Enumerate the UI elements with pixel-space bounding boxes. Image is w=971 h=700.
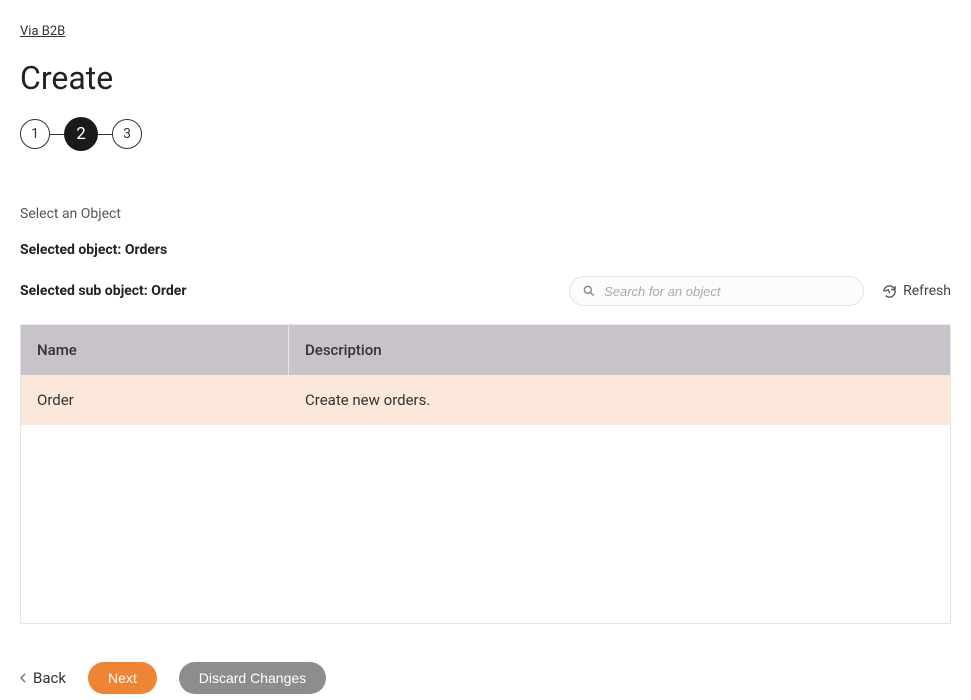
search-icon bbox=[582, 284, 596, 298]
refresh-label: Refresh bbox=[903, 283, 951, 299]
chevron-left-icon bbox=[20, 673, 27, 683]
column-header-description: Description bbox=[289, 341, 950, 359]
section-label: Select an Object bbox=[20, 206, 951, 222]
discard-button[interactable]: Discard Changes bbox=[179, 662, 326, 694]
refresh-icon bbox=[882, 284, 897, 299]
step-1[interactable]: 1 bbox=[20, 119, 50, 149]
step-connector bbox=[50, 134, 64, 135]
selected-sub-object: Selected sub object: Order bbox=[20, 283, 186, 299]
step-2[interactable]: 2 bbox=[64, 117, 98, 151]
next-button[interactable]: Next bbox=[88, 662, 157, 694]
cell-name: Order bbox=[21, 375, 289, 425]
search-box[interactable] bbox=[569, 276, 864, 306]
page-title: Create bbox=[20, 59, 951, 97]
footer-actions: Back Next Discard Changes bbox=[20, 662, 951, 694]
search-input[interactable] bbox=[604, 284, 851, 299]
selected-object: Selected object: Orders bbox=[20, 242, 951, 258]
step-3[interactable]: 3 bbox=[112, 119, 142, 149]
back-button[interactable]: Back bbox=[20, 663, 66, 693]
breadcrumb[interactable]: Via B2B bbox=[20, 24, 65, 39]
column-header-name: Name bbox=[21, 325, 289, 375]
refresh-button[interactable]: Refresh bbox=[882, 283, 951, 299]
object-table: Name Description Order Create new orders… bbox=[20, 324, 951, 624]
stepper: 1 2 3 bbox=[20, 117, 951, 151]
table-header: Name Description bbox=[21, 325, 950, 375]
step-connector bbox=[98, 134, 112, 135]
cell-description: Create new orders. bbox=[289, 391, 950, 409]
table-row[interactable]: Order Create new orders. bbox=[21, 375, 950, 425]
search-refresh-group: Refresh bbox=[569, 276, 951, 306]
table-body: Order Create new orders. bbox=[21, 375, 950, 623]
back-label: Back bbox=[33, 669, 66, 687]
